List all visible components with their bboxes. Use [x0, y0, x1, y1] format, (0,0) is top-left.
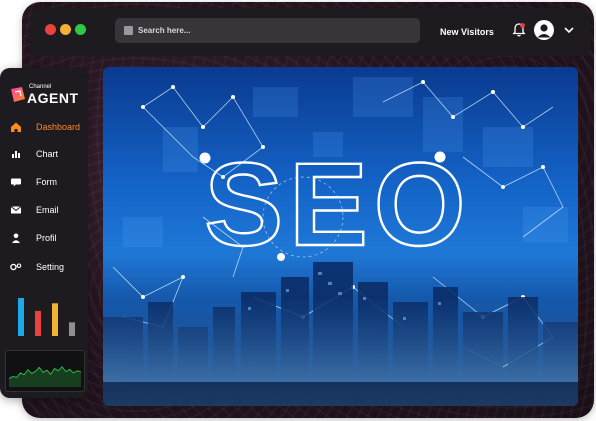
bar-2 — [35, 310, 41, 336]
home-icon — [10, 121, 22, 133]
form-icon — [10, 176, 22, 188]
sidebar-item-label: Email — [36, 205, 59, 215]
sidebar-item-setting[interactable]: Setting — [0, 258, 88, 276]
search-icon — [124, 26, 133, 35]
bar-chart-icon — [10, 148, 22, 160]
mail-icon — [10, 204, 22, 216]
sidebar-item-chart[interactable]: Chart — [0, 145, 88, 163]
chevron-down-icon[interactable] — [564, 26, 574, 34]
sidebar-item-label: Form — [36, 177, 57, 187]
sidebar-item-email[interactable]: Email — [0, 201, 88, 219]
gear-icon — [10, 261, 22, 273]
sidebar-item-label: Setting — [36, 262, 65, 272]
brand-logo[interactable]: Channel AGENT — [9, 84, 84, 106]
sidebar-item-form[interactable]: Form — [0, 173, 88, 191]
search-input[interactable]: Search here... — [115, 18, 420, 43]
search-placeholder: Search here... — [138, 26, 191, 35]
mini-line-chart-card — [5, 350, 85, 392]
bar-1 — [18, 298, 24, 336]
mini-line-chart — [8, 366, 82, 387]
brand-name-big: AGENT — [27, 90, 79, 106]
sidebar: Channel AGENT Dashboard Chart Form Email… — [0, 68, 88, 398]
close-window-dot[interactable] — [45, 24, 56, 35]
bar-4 — [69, 322, 75, 336]
sidebar-item-label: Profil — [36, 233, 57, 243]
hero-headline: SEO — [204, 139, 471, 271]
new-visitors-link[interactable]: New Visitors — [440, 27, 494, 37]
brand-logo-mark — [11, 87, 25, 102]
sidebar-item-profil[interactable]: Profil — [0, 229, 88, 247]
minimize-window-dot[interactable] — [60, 24, 71, 35]
user-icon — [10, 232, 22, 244]
bar-3 — [52, 303, 58, 336]
hero-image: SEO — [103, 67, 578, 406]
bell-icon[interactable] — [511, 22, 527, 38]
hero-illustration: SEO — [103, 77, 578, 406]
maximize-window-dot[interactable] — [75, 24, 86, 35]
sidebar-item-dashboard[interactable]: Dashboard — [0, 118, 88, 136]
sidebar-item-label: Chart — [36, 149, 59, 159]
user-avatar-icon[interactable] — [534, 20, 554, 40]
sidebar-item-label: Dashboard — [36, 122, 81, 132]
mini-bar-chart — [18, 298, 75, 336]
